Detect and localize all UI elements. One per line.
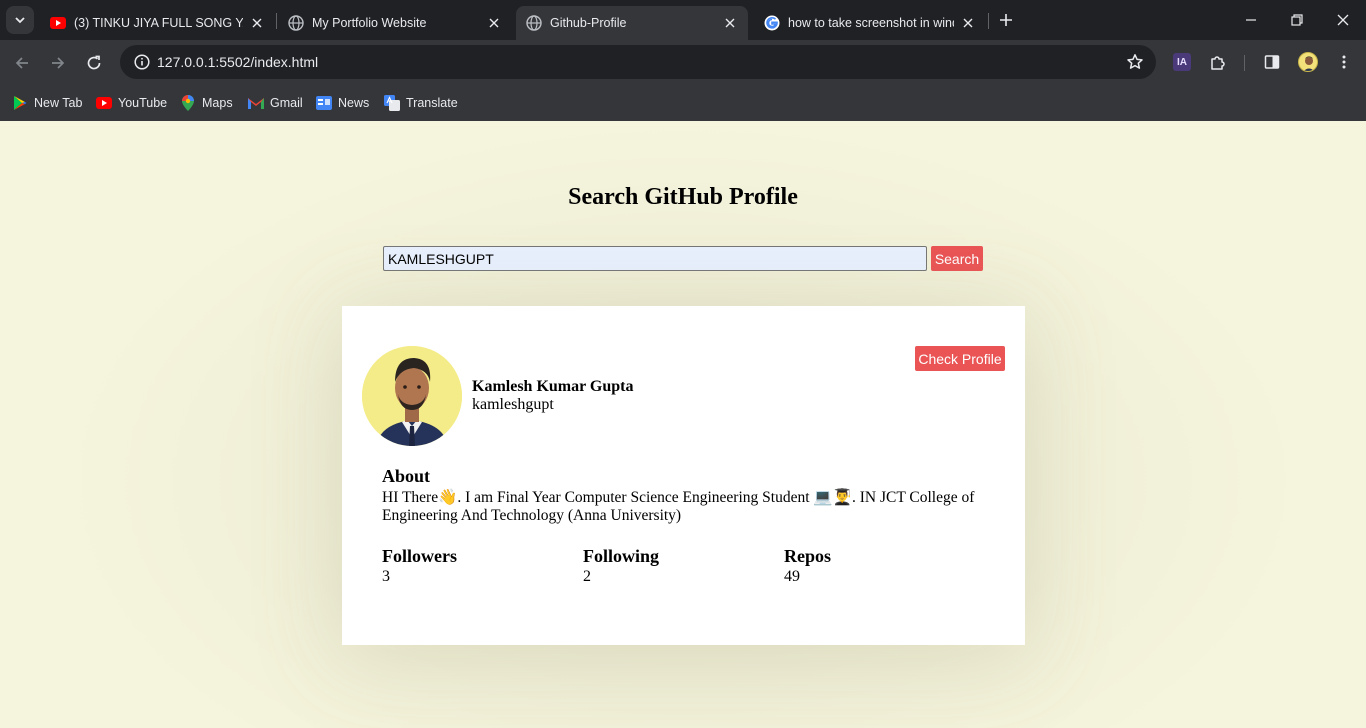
side-panel-icon (1264, 55, 1280, 69)
bookmark-star-icon[interactable] (1124, 51, 1146, 73)
bookmark-maps[interactable]: Maps (180, 91, 233, 115)
arrow-right-icon (52, 57, 65, 69)
bookmark-news[interactable]: News (316, 91, 369, 115)
extension-ia-button[interactable]: IA (1170, 50, 1194, 74)
close-icon[interactable] (722, 15, 738, 31)
tab-google-search[interactable]: how to take screenshot in windows (754, 6, 986, 40)
menu-button[interactable] (1332, 50, 1356, 74)
profile-name: Kamlesh Kumar Gupta (472, 378, 634, 395)
bookmark-new-tab[interactable]: New Tab (12, 91, 82, 115)
bookmark-gmail[interactable]: Gmail (248, 91, 303, 115)
close-icon[interactable] (249, 15, 265, 31)
stat-label: Repos (784, 546, 832, 566)
close-icon[interactable] (960, 15, 976, 31)
site-info-icon[interactable] (128, 48, 156, 76)
new-tab-button[interactable] (994, 8, 1018, 32)
reload-button[interactable] (80, 49, 108, 77)
maps-icon (180, 95, 196, 111)
address-bar[interactable]: 127.0.0.1:5502/index.html (120, 45, 1156, 79)
tab-separator (988, 13, 989, 29)
page-viewport: Search GitHub Profile Search Kamlesh Kum… (0, 121, 1366, 728)
tab-title: (3) TINKU JIYA FULL SONG YAMLA PAGLA DEE… (74, 16, 243, 30)
globe-icon (288, 15, 304, 31)
about-bio: HI There👋. I am Final Year Computer Scie… (382, 489, 975, 524)
stat-label: Followers (382, 546, 457, 566)
chevron-down-icon (15, 17, 25, 24)
restore-icon (1291, 14, 1303, 26)
more-vertical-icon (1342, 55, 1346, 69)
tab-strip: (3) TINKU JIYA FULL SONG YAMLA PAGLA DEE… (0, 0, 1366, 40)
stat-repos: Repos 49 (784, 546, 984, 586)
bookmark-label: Gmail (270, 96, 303, 110)
play-store-icon (12, 95, 28, 111)
search-input[interactable] (383, 246, 927, 271)
minimize-icon (1246, 19, 1256, 21)
stat-label: Following (583, 546, 660, 566)
extensions-button[interactable] (1206, 50, 1230, 74)
gmail-icon (248, 95, 264, 111)
puzzle-icon (1211, 56, 1225, 70)
stat-value: 2 (583, 568, 591, 585)
youtube-icon (96, 95, 112, 111)
bookmark-label: Translate (406, 96, 458, 110)
check-profile-button[interactable]: Check Profile (915, 346, 1005, 371)
profile-avatar-icon (1298, 52, 1318, 72)
profile-card: Kamlesh Kumar Gupta kamleshgupt Check Pr… (342, 306, 1025, 645)
close-icon[interactable] (486, 15, 502, 31)
translate-icon (384, 95, 400, 111)
close-icon (1337, 14, 1349, 26)
toolbar-divider (1244, 55, 1245, 71)
tab-search-button[interactable] (6, 6, 34, 34)
restore-button[interactable] (1274, 0, 1320, 40)
profile-button[interactable] (1296, 50, 1320, 74)
bookmark-youtube[interactable]: YouTube (96, 91, 167, 115)
back-button[interactable] (8, 49, 36, 77)
globe-icon (526, 15, 542, 31)
bookmark-translate[interactable]: Translate (384, 91, 458, 115)
bookmark-label: Maps (202, 96, 233, 110)
tab-portfolio[interactable]: My Portfolio Website (278, 6, 512, 40)
profile-username: kamleshgupt (472, 396, 554, 413)
forward-button[interactable] (44, 49, 72, 77)
stat-following: Following 2 (583, 546, 783, 586)
tab-title: how to take screenshot in windows (788, 16, 954, 30)
arrow-left-icon (15, 57, 28, 69)
url-text: 127.0.0.1:5502/index.html (157, 54, 319, 70)
bookmark-label: New Tab (34, 96, 83, 110)
bookmarks-bar: New Tab YouTube Maps Gmail News Translat… (0, 85, 1366, 121)
tab-title: My Portfolio Website (312, 16, 427, 30)
reload-icon (87, 55, 101, 70)
extension-ia-badge: IA (1173, 53, 1191, 71)
tab-github-profile[interactable]: Github-Profile (516, 6, 748, 40)
tab-title: Github-Profile (550, 16, 627, 30)
tab-youtube[interactable]: (3) TINKU JIYA FULL SONG YAMLA PAGLA DEE… (40, 6, 275, 40)
bookmark-label: YouTube (118, 96, 168, 110)
news-icon (316, 95, 332, 111)
profile-avatar (362, 346, 462, 446)
plus-icon (1000, 14, 1012, 26)
bookmark-label: News (338, 96, 370, 110)
stat-value: 3 (382, 568, 390, 585)
tab-separator (276, 13, 277, 29)
stat-followers: Followers 3 (382, 546, 582, 586)
about-heading: About (382, 466, 431, 486)
youtube-icon (50, 15, 66, 31)
side-panel-button[interactable] (1260, 50, 1284, 74)
stat-value: 49 (784, 568, 800, 585)
search-button[interactable]: Search (931, 246, 983, 271)
google-icon (764, 15, 780, 31)
browser-toolbar: 127.0.0.1:5502/index.html IA (0, 40, 1366, 85)
close-window-button[interactable] (1320, 0, 1366, 40)
minimize-button[interactable] (1228, 0, 1274, 40)
page-title: Search GitHub Profile (568, 184, 798, 210)
